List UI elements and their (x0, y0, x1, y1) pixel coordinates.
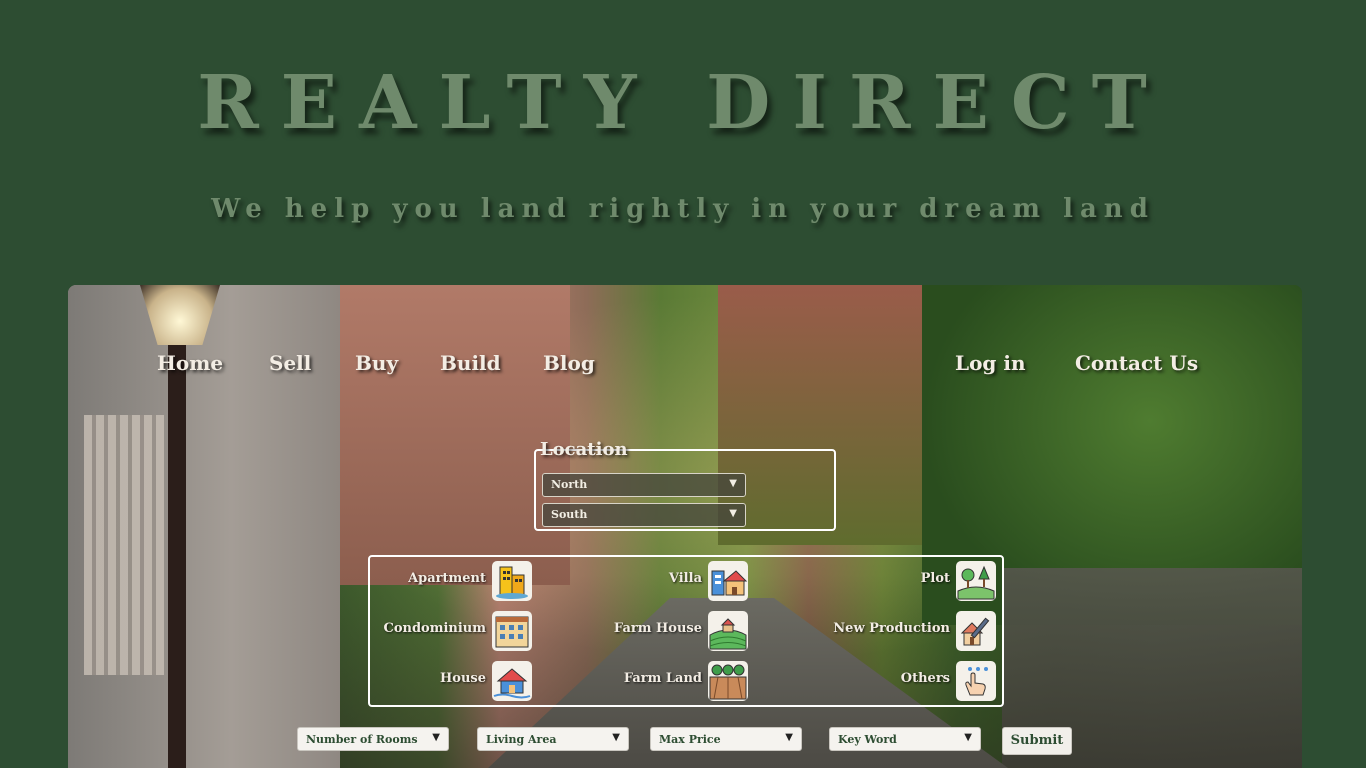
chevron-down-icon: ▼ (432, 732, 440, 743)
property-type-house[interactable]: House (440, 661, 532, 701)
new-production-icon (956, 611, 996, 651)
property-type-label: Farm Land (623, 671, 702, 686)
living-area-select-label: Living Area (486, 733, 557, 746)
property-types-panel: Apartment Villa Plot Condominium Farm Ho… (368, 555, 1004, 707)
chevron-down-icon: ▼ (612, 732, 620, 743)
hero-image-lamp-post (168, 345, 186, 768)
condominium-icon (492, 611, 532, 651)
submit-button[interactable]: Submit (1002, 727, 1072, 755)
rooms-select-label: Number of Rooms (306, 733, 418, 746)
farm-house-icon (708, 611, 748, 651)
location-select-north[interactable]: North ▼ (542, 473, 746, 497)
hero-image-building-pink (340, 285, 570, 585)
pointer-hand-icon (956, 661, 996, 701)
property-type-label: House (440, 671, 486, 686)
nav-login-link[interactable]: Log in (955, 351, 1026, 375)
villa-icon (708, 561, 748, 601)
location-select-south[interactable]: South ▼ (542, 503, 746, 527)
keyword-select-label: Key Word (838, 733, 897, 746)
property-type-label: Condominium (383, 621, 486, 636)
property-type-condominium[interactable]: Condominium (383, 611, 532, 651)
property-type-others[interactable]: Others (901, 661, 996, 701)
property-type-apartment[interactable]: Apartment (408, 561, 532, 601)
property-type-label: Farm House (613, 621, 702, 636)
property-type-label: Apartment (408, 571, 486, 586)
apartment-building-icon (492, 561, 532, 601)
property-type-new-production[interactable]: New Production (833, 611, 996, 651)
location-label: Location (540, 439, 628, 460)
farm-land-icon (708, 661, 748, 701)
living-area-select[interactable]: Living Area ▼ (477, 727, 629, 751)
chevron-down-icon: ▼ (964, 732, 972, 743)
property-type-villa[interactable]: Villa (669, 561, 748, 601)
max-price-select-label: Max Price (659, 733, 721, 746)
chevron-down-icon: ▼ (729, 478, 737, 489)
chevron-down-icon: ▼ (729, 508, 737, 519)
location-option-label: North (551, 478, 588, 491)
property-type-label: Others (900, 671, 950, 686)
property-type-farm-house[interactable]: Farm House (614, 611, 748, 651)
plot-icon (956, 561, 996, 601)
nav-contact-link[interactable]: Contact Us (1075, 351, 1198, 375)
rooms-select[interactable]: Number of Rooms ▼ (297, 727, 449, 751)
nav-buy-link[interactable]: Buy (355, 351, 398, 375)
site-tagline: We help you land rightly in your dream l… (211, 194, 1155, 224)
keyword-select[interactable]: Key Word ▼ (829, 727, 981, 751)
max-price-select[interactable]: Max Price ▼ (650, 727, 802, 751)
site-title: REALTY DIRECT (197, 60, 1169, 146)
house-icon (492, 661, 532, 701)
property-type-plot[interactable]: Plot (921, 561, 996, 601)
property-type-label: New Production (833, 621, 950, 636)
hero-image-shutters (84, 415, 164, 675)
hero-banner: Home Sell Buy Build Blog Log in Contact … (68, 285, 1302, 768)
property-type-label: Plot (920, 571, 950, 586)
nav-sell-link[interactable]: Sell (269, 351, 311, 375)
property-type-label: Villa (668, 571, 702, 586)
nav-build-link[interactable]: Build (440, 351, 501, 375)
nav-home-link[interactable]: Home (157, 351, 223, 375)
property-type-farm-land[interactable]: Farm Land (624, 661, 748, 701)
nav-blog-link[interactable]: Blog (543, 351, 595, 375)
chevron-down-icon: ▼ (785, 732, 793, 743)
location-option-label: South (551, 508, 588, 521)
